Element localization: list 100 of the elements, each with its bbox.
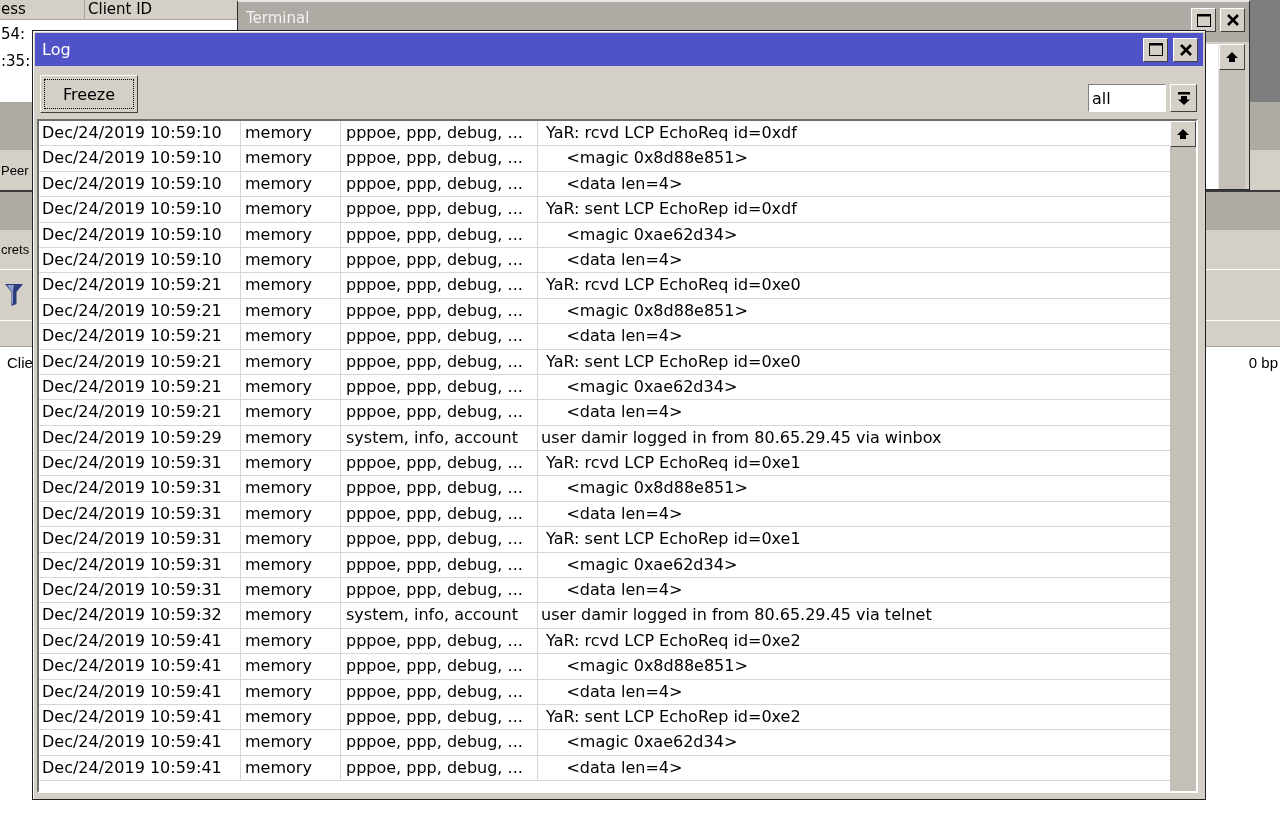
timestamp-cell: Dec/24/2019 10:59:10: [39, 222, 241, 247]
table-cell: memory: [241, 578, 341, 603]
topics-cell: pppoe, ppp, debug, ...: [341, 628, 538, 654]
scroll-up-button[interactable]: [1170, 121, 1196, 147]
message-cell-text: YaR: sent LCP EchoRep id=0xdf: [545, 198, 799, 221]
timestamp-cell: Dec/24/2019 10:59:21: [39, 400, 241, 425]
timestamp-cell: Dec/24/2019 10:59:41: [39, 679, 241, 704]
maximize-icon: [1148, 43, 1163, 56]
message-cell-text: <data len=4>: [565, 401, 684, 424]
timestamp-cell: Dec/24/2019 10:59:31: [39, 501, 241, 527]
timestamp-cell: Dec/24/2019 10:59:41: [39, 730, 241, 755]
table-cell: memory: [241, 552, 341, 578]
message-cell-text: <magic 0x8d88e851>: [565, 655, 749, 678]
close-button[interactable]: [1173, 37, 1198, 62]
table-cell: memory: [241, 527, 341, 552]
column-header[interactable]: Client ID: [85, 0, 237, 19]
table-cell: memory: [241, 501, 341, 527]
table-cell: memory: [241, 146, 341, 171]
message-cell-text: YaR: rcvd LCP EchoReq id=0xe1: [545, 452, 802, 475]
filter-icon[interactable]: [5, 284, 23, 306]
timestamp-cell: Dec/24/2019 10:59:31: [39, 451, 241, 476]
topics-cell: pppoe, ppp, debug, ...: [341, 374, 538, 400]
topics-cell: pppoe, ppp, debug, ...: [341, 324, 538, 349]
column-header[interactable]: ess: [0, 0, 85, 19]
timestamp-cell: Dec/24/2019 10:59:10: [39, 121, 241, 146]
message-cell-text: user damir logged in from 80.65.29.45 via winbox: [540, 426, 943, 449]
topics-cell: pppoe, ppp, debug, ...: [341, 755, 538, 781]
message-cell-text: <data len=4>: [565, 248, 684, 271]
timestamp-cell: Dec/24/2019 10:59:21: [39, 374, 241, 400]
timestamp-cell: Dec/24/2019 10:59:21: [39, 349, 241, 374]
table-cell: memory: [241, 298, 341, 324]
table-cell: 54:: [0, 24, 26, 43]
timestamp-cell: Dec/24/2019 10:59:21: [39, 273, 241, 298]
topics-cell: pppoe, ppp, debug, ...: [341, 451, 538, 476]
topics-cell: pppoe, ppp, debug, ...: [341, 349, 538, 374]
message-cell-text: <data len=4>: [565, 756, 684, 779]
message-cell-text: <data len=4>: [565, 325, 684, 348]
timestamp-cell: Dec/24/2019 10:59:41: [39, 628, 241, 654]
timestamp-cell: Dec/24/2019 10:59:10: [39, 247, 241, 273]
message-cell-text: <data len=4>: [565, 579, 684, 602]
table-cell: memory: [241, 451, 341, 476]
table-cell: memory: [241, 603, 341, 628]
up-arrow-icon: [1226, 52, 1238, 62]
table-cell: memory: [241, 197, 341, 222]
message-cell-text: <magic 0xae62d34>: [565, 553, 739, 576]
topics-cell: pppoe, ppp, debug, ...: [341, 476, 538, 501]
topics-cell: pppoe, ppp, debug, ...: [341, 552, 538, 578]
timestamp-cell: Dec/24/2019 10:59:41: [39, 755, 241, 781]
timestamp-cell: Dec/24/2019 10:59:29: [39, 425, 241, 451]
maximize-button[interactable]: [1191, 8, 1216, 32]
message-cell-text: <magic 0xae62d34>: [565, 223, 739, 246]
table-cell: memory: [241, 755, 341, 781]
message-cell-text: <magic 0x8d88e851>: [565, 299, 749, 322]
message-cell-text: <data len=4>: [565, 680, 684, 703]
message-cell-text: YaR: rcvd LCP EchoReq id=0xe2: [545, 629, 802, 652]
table-cell: memory: [241, 222, 341, 247]
table-cell: memory: [241, 425, 341, 451]
down-arrow-icon: [1177, 91, 1190, 105]
scrollbar-track[interactable]: [1218, 44, 1245, 189]
topics-cell: pppoe, ppp, debug, ...: [341, 705, 538, 730]
topics-cell: pppoe, ppp, debug, ...: [341, 171, 538, 197]
timestamp-cell: Dec/24/2019 10:59:31: [39, 552, 241, 578]
topics-cell: pppoe, ppp, debug, ...: [341, 654, 538, 679]
toolbar-label[interactable]: Peer: [0, 162, 29, 178]
topic-filter-field[interactable]: all: [1088, 84, 1166, 112]
table-cell: memory: [241, 679, 341, 704]
message-cell-text: <magic 0xae62d34>: [565, 731, 739, 754]
table-cell-text: Clie: [6, 353, 34, 371]
topics-cell: system, info, account: [341, 603, 538, 628]
topics-cell: pppoe, ppp, debug, ...: [341, 273, 538, 298]
topics-cell: pppoe, ppp, debug, ...: [341, 400, 538, 425]
message-cell-text: user damir logged in from 80.65.29.45 via telnet: [540, 604, 933, 627]
timestamp-cell: Dec/24/2019 10:59:21: [39, 324, 241, 349]
topics-cell: pppoe, ppp, debug, ...: [341, 298, 538, 324]
topics-cell: pppoe, ppp, debug, ...: [341, 121, 538, 146]
topics-cell: pppoe, ppp, debug, ...: [341, 146, 538, 171]
topics-cell: pppoe, ppp, debug, ...: [341, 247, 538, 273]
dropdown-button[interactable]: [1170, 84, 1197, 112]
timestamp-cell: Dec/24/2019 10:59:41: [39, 654, 241, 679]
scrollbar-track[interactable]: [1170, 121, 1196, 791]
table-cell: memory: [241, 730, 341, 755]
message-cell-text: YaR: sent LCP EchoRep id=0xe1: [545, 528, 802, 551]
scroll-up-button[interactable]: [1219, 44, 1245, 70]
table-cell: memory: [241, 349, 341, 374]
topics-cell: pppoe, ppp, debug, ...: [341, 527, 538, 552]
topics-cell: pppoe, ppp, debug, ...: [341, 730, 538, 755]
timestamp-cell: Dec/24/2019 10:59:41: [39, 705, 241, 730]
table-cell: memory: [241, 654, 341, 679]
close-icon: [1179, 43, 1192, 56]
tab-label[interactable]: crets: [0, 242, 30, 257]
timestamp-cell: Dec/24/2019 10:59:31: [39, 578, 241, 603]
table-cell-text: 0 bp: [1247, 353, 1279, 371]
timestamp-cell: Dec/24/2019 10:59:10: [39, 197, 241, 222]
timestamp-cell: Dec/24/2019 10:59:10: [39, 171, 241, 197]
table-cell: :35:: [0, 51, 31, 70]
freeze-button[interactable]: Freeze: [40, 75, 138, 113]
maximize-button[interactable]: [1143, 37, 1168, 62]
message-cell-text: YaR: sent LCP EchoRep id=0xe0: [545, 350, 802, 373]
close-button[interactable]: [1220, 8, 1245, 32]
table-cell: memory: [241, 476, 341, 501]
